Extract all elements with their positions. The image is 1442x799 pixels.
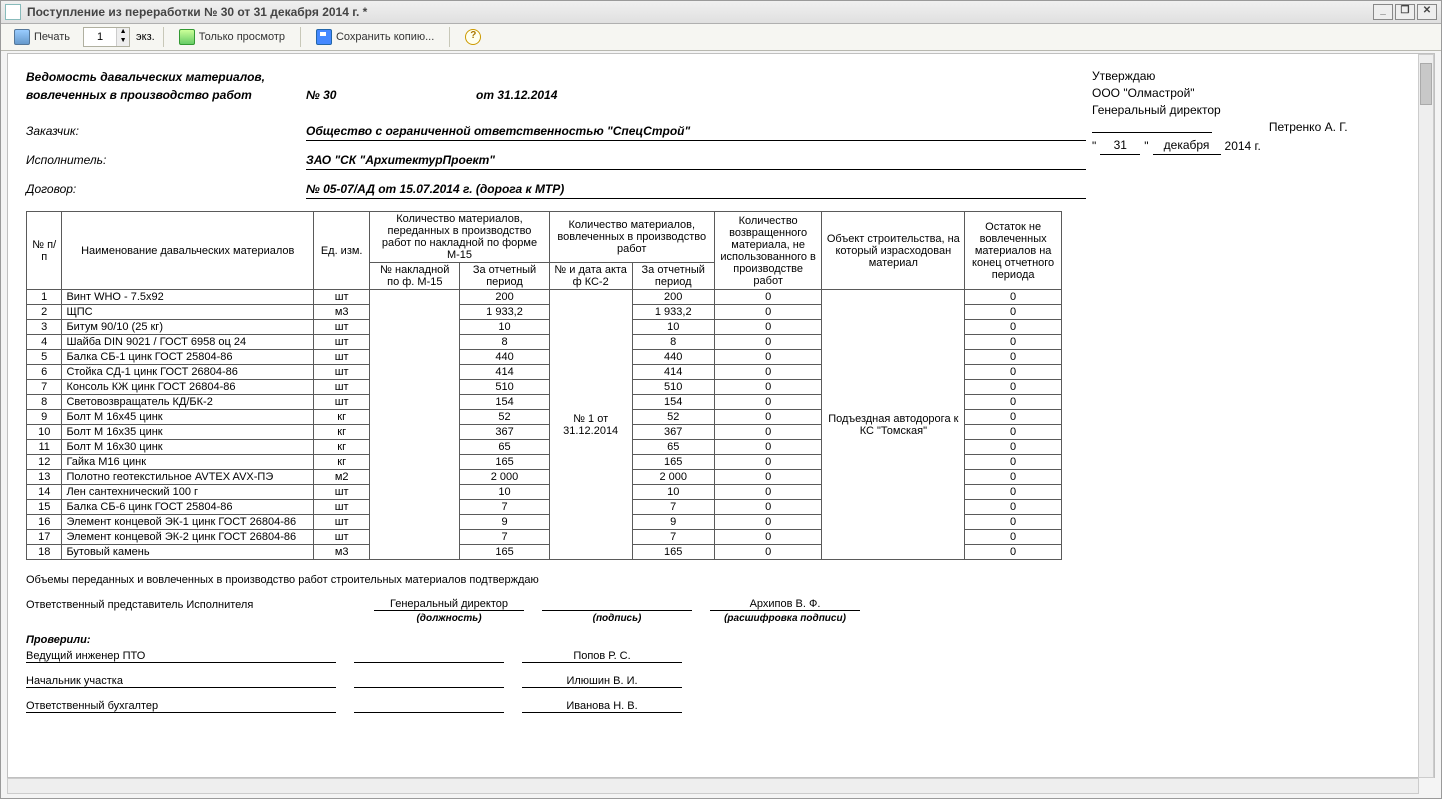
approve-month: декабря <box>1153 137 1221 155</box>
spin-down-button[interactable]: ▼ <box>116 37 129 46</box>
approve-year: 2014 г. <box>1225 138 1261 155</box>
titlebar: Поступление из переработки № 30 от 31 де… <box>1 1 1441 24</box>
checked-title: Проверили: <box>26 634 1416 646</box>
col-object: Объект строительства, на который израсхо… <box>822 212 965 290</box>
check2-role: Начальник участка <box>26 675 336 688</box>
col-num: № п/п <box>27 212 62 290</box>
signature-caption: (подпись) <box>542 613 692 624</box>
check3-name: Иванова Н. В. <box>522 700 682 713</box>
spin-up-button[interactable]: ▲ <box>116 28 129 37</box>
approve-sign-line <box>1092 118 1212 133</box>
confirm-text: Объемы переданных и вовлеченных в произв… <box>26 574 1416 586</box>
position-value: Генеральный директор <box>374 598 524 611</box>
window-title: Поступление из переработки № 30 от 31 де… <box>27 5 367 19</box>
toolbar-separator <box>163 27 164 47</box>
merged-act-no: № 1 от 31.12.2014 <box>549 290 632 560</box>
report-title-2: вовлеченных в производство работ <box>26 86 306 104</box>
save-icon <box>316 29 332 45</box>
check2-sign <box>354 675 504 688</box>
report-title-1: Ведомость давальческих материалов, <box>26 68 306 86</box>
contractor-value: ЗАО "СК "АрхитектурПроект" <box>306 151 1086 170</box>
col-invoice-no: № накладной по ф. М-15 <box>370 263 460 290</box>
col-name: Наименование давальческих материалов <box>62 212 314 290</box>
contractor-label: Исполнитель: <box>26 151 306 170</box>
approve-line1: Утверждаю <box>1092 68 1261 85</box>
document-area[interactable]: Ведомость давальческих материалов, вовле… <box>7 53 1435 778</box>
approval-block: Утверждаю ООО "Олмастрой" Генеральный ди… <box>1092 68 1261 155</box>
approve-line3: Генеральный директор <box>1092 102 1261 119</box>
customer-value: Общество с ограниченной ответственностью… <box>306 122 1086 141</box>
vertical-scrollbar[interactable] <box>1418 54 1434 778</box>
check1-name: Попов Р. С. <box>522 650 682 663</box>
copies-input[interactable] <box>84 30 116 44</box>
check1-sign <box>354 650 504 663</box>
help-icon: ? <box>465 29 481 45</box>
signature-line <box>542 598 692 611</box>
toolbar-separator <box>449 27 450 47</box>
merged-object: Подъездная автодорога к КС "Томская" <box>822 290 965 560</box>
save-copy-button[interactable]: Сохранить копию... <box>309 26 441 48</box>
approve-line2: ООО "Олмастрой" <box>1092 85 1261 102</box>
col-in-period: За отчетный период <box>460 263 549 290</box>
close-button[interactable]: ✕ <box>1417 4 1437 20</box>
position-caption: (должность) <box>374 613 524 624</box>
check3-sign <box>354 700 504 713</box>
print-icon <box>14 29 30 45</box>
minimize-button[interactable]: _ <box>1373 4 1393 20</box>
contract-label: Договор: <box>26 180 306 199</box>
col-remain: Остаток не вовлеченных материалов на кон… <box>965 212 1062 290</box>
materials-table: № п/п Наименование давальческих материал… <box>26 211 1062 560</box>
toolbar: Печать ▲ ▼ экз. Только просмотр Сохранит… <box>1 24 1441 51</box>
report-date: от 31.12.2014 <box>476 86 846 104</box>
report-number: № 30 <box>306 86 476 104</box>
document-icon <box>5 4 21 20</box>
name-value: Архипов В. Ф. <box>710 598 860 611</box>
col-qty-used: Количество материалов, вовлеченных в про… <box>549 212 714 263</box>
app-window: Поступление из переработки № 30 от 31 де… <box>0 0 1442 799</box>
name-caption: (расшифровка подписи) <box>710 613 860 624</box>
check2-name: Илюшин В. И. <box>522 675 682 688</box>
col-qty-in: Количество материалов, переданных в прои… <box>370 212 549 263</box>
col-unit: Ед. изм. <box>314 212 370 290</box>
contract-value: № 05-07/АД от 15.07.2014 г. (дорога к МТ… <box>306 180 1086 199</box>
copies-unit-label: экз. <box>136 31 155 43</box>
save-copy-label: Сохранить копию... <box>336 31 434 43</box>
view-icon <box>179 29 195 45</box>
print-label: Печать <box>34 31 70 43</box>
approve-day: 31 <box>1100 137 1140 155</box>
scrollbar-thumb[interactable] <box>1420 63 1432 105</box>
copies-spinner[interactable]: ▲ ▼ <box>83 27 130 47</box>
table-row: 1Винт WHO - 7.5х92шт200№ 1 от 31.12.2014… <box>27 290 1062 305</box>
col-qty-ret: Количество возвращенного материала, не и… <box>714 212 822 290</box>
resp-label: Ответственный представитель Исполнителя <box>26 599 356 611</box>
col-used-period: За отчетный период <box>632 263 714 290</box>
help-button[interactable]: ? <box>458 26 488 48</box>
check1-role: Ведущий инженер ПТО <box>26 650 336 663</box>
merged-invoice-no <box>370 290 460 560</box>
horizontal-scrollbar[interactable] <box>7 778 1419 794</box>
customer-label: Заказчик: <box>26 122 306 141</box>
restore-button[interactable]: ❐ <box>1395 4 1415 20</box>
toolbar-separator <box>300 27 301 47</box>
report-sheet: Ведомость давальческих материалов, вовле… <box>8 54 1434 743</box>
approve-person: Петренко А. Г. <box>1269 68 1348 134</box>
view-only-label: Только просмотр <box>199 31 285 43</box>
col-act-no: № и дата акта ф КС-2 <box>549 263 632 290</box>
print-button[interactable]: Печать <box>7 26 77 48</box>
view-only-button[interactable]: Только просмотр <box>172 26 292 48</box>
check3-role: Ответственный бухгалтер <box>26 700 336 713</box>
